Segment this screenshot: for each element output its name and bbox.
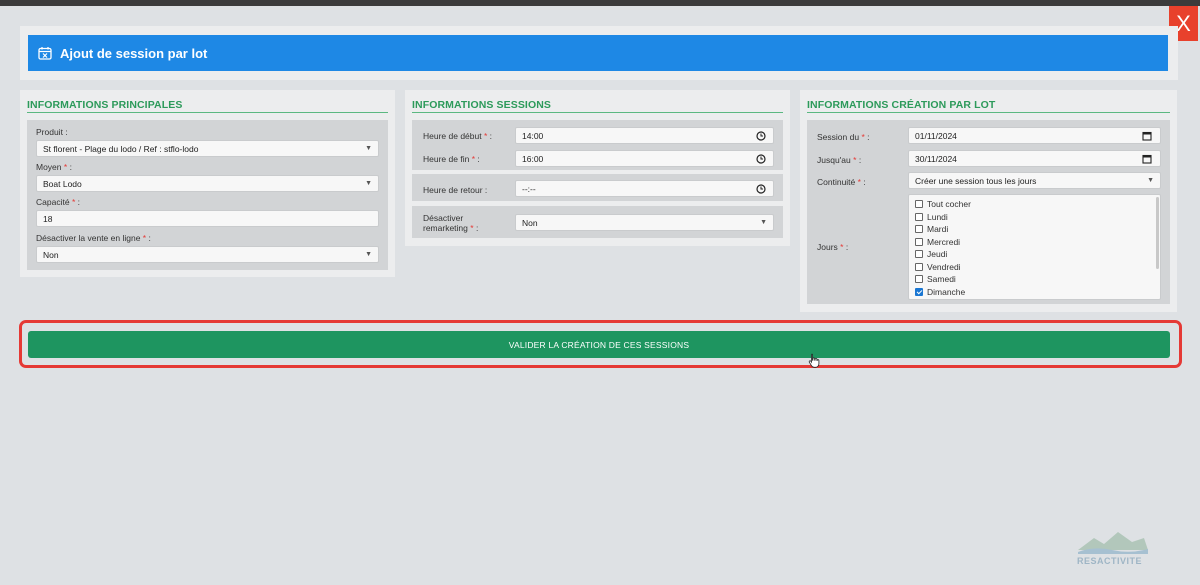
capacite-value: 18 bbox=[43, 213, 53, 224]
modal-header-wrap: Ajout de session par lot bbox=[20, 26, 1178, 80]
panel-lot-body: Session du * : 01/11/2024 Jusqu'au * : 3… bbox=[807, 120, 1170, 304]
heure-fin-input[interactable]: 16:00 bbox=[515, 150, 774, 167]
page-title: Ajout de session par lot bbox=[60, 45, 208, 61]
day-checkbox-tout-cocher[interactable]: Tout cocher bbox=[915, 199, 971, 209]
top-bar bbox=[0, 0, 1200, 6]
panel-sessions: INFORMATIONS SESSIONS Heure de début * :… bbox=[405, 90, 790, 246]
panel-lot-title: INFORMATIONS CRÉATION PAR LOT bbox=[807, 99, 996, 111]
chevron-down-icon: ▼ bbox=[1147, 177, 1154, 184]
divider bbox=[412, 112, 783, 113]
chevron-down-icon: ▼ bbox=[365, 180, 372, 187]
moyen-label: Moyen * : bbox=[36, 162, 72, 172]
jours-label: Jours * : bbox=[817, 242, 849, 252]
panel-principales: INFORMATIONS PRINCIPALES Produit : St fl… bbox=[20, 90, 395, 277]
session-du-label: Session du * : bbox=[817, 132, 870, 142]
calendar-icon bbox=[1142, 131, 1152, 141]
remarketing-select[interactable]: Non ▼ bbox=[515, 214, 774, 231]
day-checkbox-samedi[interactable]: Samedi bbox=[915, 274, 956, 284]
modal-header: Ajout de session par lot bbox=[28, 35, 1168, 71]
heure-retour-label: Heure de retour : bbox=[423, 185, 488, 195]
jusquau-label: Jusqu'au * : bbox=[817, 155, 862, 165]
capacite-input[interactable]: 18 bbox=[36, 210, 379, 227]
day-checkbox-mardi[interactable]: Mardi bbox=[915, 224, 948, 234]
submit-button[interactable]: VALIDER LA CRÉATION DE CES SESSIONS bbox=[28, 331, 1170, 358]
day-checkbox-lundi[interactable]: Lundi bbox=[915, 212, 948, 222]
clock-icon bbox=[756, 131, 766, 141]
hand-cursor-icon bbox=[808, 353, 820, 368]
logo-text: RESACTIVITE bbox=[1077, 556, 1143, 566]
heure-debut-label: Heure de début * : bbox=[423, 131, 493, 141]
session-du-value: 01/11/2024 bbox=[915, 130, 957, 141]
mountain-logo-icon bbox=[1078, 532, 1148, 554]
checkbox-checked[interactable] bbox=[915, 287, 923, 296]
day-checkbox-mercredi[interactable]: Mercredi bbox=[915, 237, 960, 247]
produit-value: St florent - Plage du lodo / Ref : stflo… bbox=[43, 143, 199, 154]
heure-fin-label: Heure de fin * : bbox=[423, 154, 480, 164]
panel-sessions-title: INFORMATIONS SESSIONS bbox=[412, 99, 551, 111]
checkbox[interactable] bbox=[915, 225, 923, 233]
moyen-value: Boat Lodo bbox=[43, 178, 82, 189]
heure-retour-value: --:-- bbox=[522, 183, 536, 194]
scrollbar[interactable] bbox=[1156, 197, 1159, 269]
chevron-down-icon: ▼ bbox=[365, 145, 372, 152]
panel-sessions-body-3: Désactiver remarketing * : Non ▼ bbox=[412, 206, 783, 238]
checkbox[interactable] bbox=[915, 237, 923, 246]
divider bbox=[27, 112, 388, 113]
calendar-x-icon bbox=[38, 47, 52, 60]
chevron-down-icon: ▼ bbox=[760, 219, 767, 226]
heure-debut-input[interactable]: 14:00 bbox=[515, 127, 774, 144]
produit-select[interactable]: St florent - Plage du lodo / Ref : stflo… bbox=[36, 140, 379, 157]
desactiver-vente-select[interactable]: Non ▼ bbox=[36, 246, 379, 263]
panel-principales-body: Produit : St florent - Plage du lodo / R… bbox=[27, 120, 388, 270]
clock-icon bbox=[756, 154, 766, 164]
divider bbox=[807, 112, 1170, 113]
remarketing-value: Non bbox=[522, 217, 538, 228]
desactiver-vente-label: Désactiver la vente en ligne * : bbox=[36, 233, 151, 243]
continuite-value: Créer une session tous les jours bbox=[915, 175, 1037, 186]
chevron-down-icon: ▼ bbox=[365, 251, 372, 258]
checkbox[interactable] bbox=[915, 212, 923, 221]
checkbox[interactable] bbox=[915, 250, 923, 258]
desactiver-vente-value: Non bbox=[43, 249, 59, 260]
heure-retour-input[interactable]: --:-- bbox=[515, 180, 774, 197]
session-du-input[interactable]: 01/11/2024 bbox=[908, 127, 1161, 144]
clock-icon bbox=[756, 184, 766, 194]
day-checkbox-dimanche[interactable]: Dimanche bbox=[915, 287, 965, 297]
moyen-select[interactable]: Boat Lodo ▼ bbox=[36, 175, 379, 192]
day-checkbox-jeudi[interactable]: Jeudi bbox=[915, 249, 947, 259]
heure-debut-value: 14:00 bbox=[522, 130, 544, 141]
checkbox[interactable] bbox=[915, 275, 923, 283]
produit-label: Produit : bbox=[36, 127, 68, 137]
panel-principales-title: INFORMATIONS PRINCIPALES bbox=[27, 99, 183, 111]
heure-fin-value: 16:00 bbox=[522, 153, 544, 164]
calendar-icon bbox=[1142, 154, 1152, 164]
continuite-select[interactable]: Créer une session tous les jours ▼ bbox=[908, 172, 1161, 189]
remarketing-label: Désactiver remarketing * : bbox=[423, 213, 479, 233]
resactivite-logo: RESACTIVITE bbox=[1074, 528, 1150, 570]
panel-sessions-body-2: Heure de retour : --:-- bbox=[412, 174, 783, 201]
checkbox[interactable] bbox=[915, 200, 923, 208]
capacite-label: Capacité * : bbox=[36, 197, 80, 207]
day-checkbox-vendredi[interactable]: Vendredi bbox=[915, 262, 961, 272]
panel-lot: INFORMATIONS CRÉATION PAR LOT Session du… bbox=[800, 90, 1177, 312]
jusquau-value: 30/11/2024 bbox=[915, 153, 957, 164]
jusquau-input[interactable]: 30/11/2024 bbox=[908, 150, 1161, 167]
panel-sessions-body-1: Heure de début * : 14:00 Heure de fin * … bbox=[412, 120, 783, 170]
continuite-label: Continuité * : bbox=[817, 177, 866, 187]
jours-list[interactable]: Tout cocher Lundi Mardi Mercredi Jeudi V… bbox=[908, 194, 1161, 300]
checkbox[interactable] bbox=[915, 262, 923, 271]
